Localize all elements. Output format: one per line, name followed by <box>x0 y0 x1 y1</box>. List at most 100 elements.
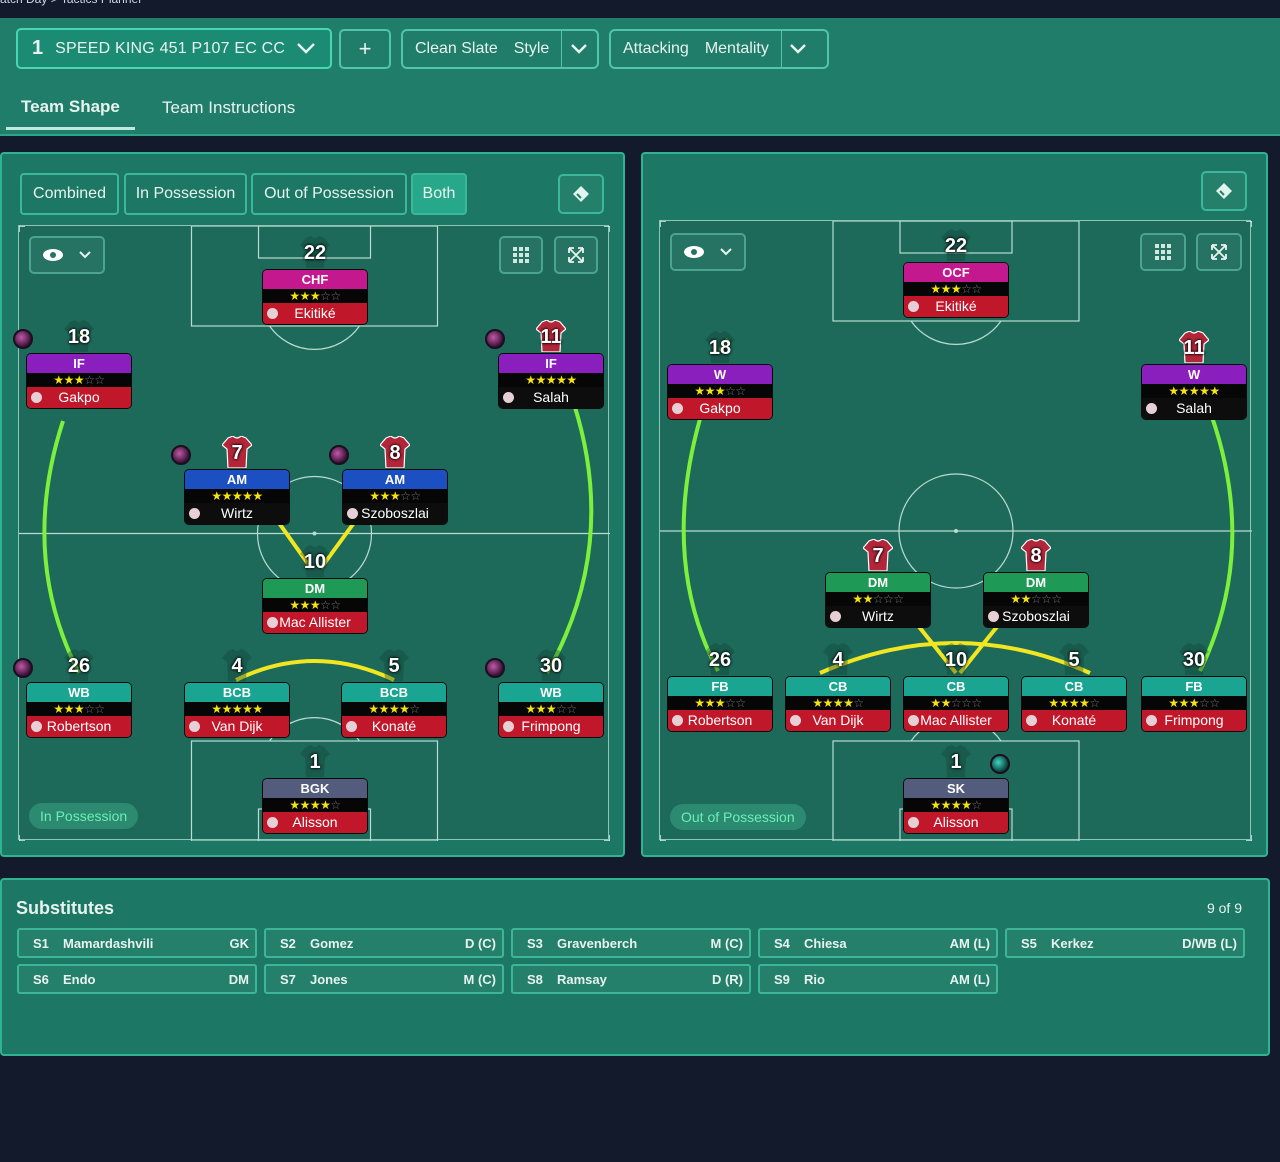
person-icon <box>908 301 919 312</box>
player-number: 22 <box>303 242 327 264</box>
style-dropdown-toggle[interactable] <box>561 31 595 67</box>
player-name-text: Konaté <box>1051 712 1097 728</box>
add-tactic-button[interactable]: + <box>339 29 391 69</box>
eraser-button[interactable] <box>558 174 604 214</box>
player-card[interactable]: 30 WB ★★★☆☆ Frimpong <box>485 649 603 737</box>
player-role: DM <box>984 573 1088 592</box>
substitute-item[interactable]: S8 Ramsay D (R) <box>511 964 751 994</box>
person-icon <box>503 392 514 403</box>
substitute-item[interactable]: S5 Kerkez D/WB (L) <box>1005 928 1245 958</box>
sub-slot: S8 <box>527 972 543 987</box>
player-card[interactable]: 26 FB ★★★☆☆ Robertson <box>668 643 772 731</box>
substitute-item[interactable]: S4 Chiesa AM (L) <box>758 928 998 958</box>
visibility-dropdown[interactable] <box>670 233 746 271</box>
toggle-out-of-possession[interactable]: Out of Possession <box>251 173 407 215</box>
substitute-item[interactable]: S9 Rio AM (L) <box>758 964 998 994</box>
substitute-item[interactable]: S7 Jones M (C) <box>264 964 504 994</box>
tab-team-shape[interactable]: Team Shape <box>6 86 135 130</box>
player-card[interactable]: 1 BGK ★★★★☆ Alisson <box>263 745 367 833</box>
player-role-card[interactable]: SK ★★★★☆ Alisson <box>904 779 1008 833</box>
tab-team-instructions[interactable]: Team Instructions <box>162 86 295 130</box>
trait-orb-icon <box>171 445 191 465</box>
player-card[interactable]: 18 W ★★★☆☆ Gakpo <box>668 331 772 419</box>
player-role-card[interactable]: AM ★★★☆☆ Szoboszlai <box>343 470 447 524</box>
player-card[interactable]: 22 OCF ★★★☆☆ Ekitiké <box>904 229 1008 317</box>
player-number-row: 22 <box>263 236 367 270</box>
player-role-card[interactable]: DM ★★☆☆☆ Wirtz <box>826 573 930 627</box>
player-card[interactable]: 7 DM ★★☆☆☆ Wirtz <box>826 539 930 627</box>
substitute-item[interactable]: S6 Endo DM <box>17 964 257 994</box>
player-card[interactable]: 4 CB ★★★★☆ Van Dijk <box>786 643 890 731</box>
player-role: CB <box>904 677 1008 696</box>
player-role-card[interactable]: CB ★★★★☆ Konaté <box>1022 677 1126 731</box>
style-selector[interactable]: Clean Slate Style <box>401 29 599 69</box>
substitute-item[interactable]: S1 Mamardashvili GK <box>17 928 257 958</box>
player-card[interactable]: 11 IF ★★★★★ Salah <box>485 320 603 408</box>
toggle-both[interactable]: Both <box>411 173 467 215</box>
player-card[interactable]: 10 DM ★★★☆☆ Mac Allister <box>263 545 367 633</box>
visibility-dropdown[interactable] <box>29 236 105 274</box>
eraser-icon <box>1216 183 1232 199</box>
role-rating-stars: ★★★☆☆ <box>668 696 772 710</box>
player-card[interactable]: 26 WB ★★★☆☆ Robertson <box>13 649 131 737</box>
player-number: 5 <box>388 655 400 677</box>
player-role-card[interactable]: FB ★★★☆☆ Robertson <box>668 677 772 731</box>
person-icon <box>830 611 841 622</box>
player-card[interactable]: 8 DM ★★☆☆☆ Szoboszlai <box>984 539 1088 627</box>
grid-toggle-button[interactable] <box>499 236 543 274</box>
player-role-card[interactable]: WB ★★★☆☆ Frimpong <box>499 683 603 737</box>
substitute-item[interactable]: S2 Gomez D (C) <box>264 928 504 958</box>
player-card[interactable]: 1 SK ★★★★☆ Alisson <box>904 745 1010 833</box>
player-card[interactable]: 18 IF ★★★☆☆ Gakpo <box>13 320 131 408</box>
tactic-selector[interactable]: 1 SPEED KING 451 P107 EC CC <box>16 28 332 69</box>
player-card[interactable]: 5 BCB ★★★★☆ Konaté <box>342 649 446 737</box>
player-role-card[interactable]: CB ★★★★☆ Van Dijk <box>786 677 890 731</box>
in-possession-panel: Combined In Possession Out of Possession… <box>0 152 625 857</box>
player-role-card[interactable]: CB ★★☆☆☆ Mac Allister <box>904 677 1008 731</box>
player-role-card[interactable]: W ★★★☆☆ Gakpo <box>668 365 772 419</box>
role-rating-stars: ★★★★★ <box>185 702 289 716</box>
substitute-item[interactable]: S3 Gravenberch M (C) <box>511 928 751 958</box>
player-role-card[interactable]: OCF ★★★☆☆ Ekitiké <box>904 263 1008 317</box>
player-role-card[interactable]: BGK ★★★★☆ Alisson <box>263 779 367 833</box>
expand-button[interactable] <box>1196 233 1242 271</box>
player-role-card[interactable]: BCB ★★★★☆ Konaté <box>342 683 446 737</box>
player-number-row: 7 <box>826 539 930 573</box>
player-card[interactable]: 11 W ★★★★★ Salah <box>1142 331 1246 419</box>
role-rating-stars: ★★★★★ <box>499 373 603 387</box>
mentality-dropdown-toggle[interactable] <box>780 31 815 67</box>
player-name: Van Dijk <box>185 716 289 737</box>
player-role-card[interactable]: IF ★★★★★ Salah <box>499 354 603 408</box>
breadcrumb[interactable]: atch Day > Tactics Planner <box>0 0 142 8</box>
player-number: 18 <box>67 326 91 348</box>
player-card[interactable]: 7 AM ★★★★★ Wirtz <box>171 436 289 524</box>
grid-toggle-button[interactable] <box>1140 233 1186 271</box>
player-card[interactable]: 4 BCB ★★★★★ Van Dijk <box>185 649 289 737</box>
eye-icon <box>43 249 63 261</box>
player-role-card[interactable]: AM ★★★★★ Wirtz <box>185 470 289 524</box>
player-role-card[interactable]: W ★★★★★ Salah <box>1142 365 1246 419</box>
expand-button[interactable] <box>554 236 598 274</box>
player-card[interactable]: 5 CB ★★★★☆ Konaté <box>1022 643 1126 731</box>
player-role-card[interactable]: BCB ★★★★★ Van Dijk <box>185 683 289 737</box>
pitch-out-of-possession: Out of Possession 22 OCF ★★★☆☆ Ekitiké 18 W ★★★… <box>659 220 1252 841</box>
player-number: 26 <box>67 655 91 677</box>
role-rating-stars: ★★★☆☆ <box>27 373 131 387</box>
player-number: 4 <box>832 649 844 671</box>
toggle-combined[interactable]: Combined <box>20 173 119 215</box>
player-card[interactable]: 22 CHF ★★★☆☆ Ekitiké <box>263 236 367 324</box>
toggle-in-possession[interactable]: In Possession <box>124 173 247 215</box>
player-card[interactable]: 8 AM ★★★☆☆ Szoboszlai <box>329 436 447 524</box>
player-role-card[interactable]: DM ★★☆☆☆ Szoboszlai <box>984 573 1088 627</box>
player-card[interactable]: 30 FB ★★★☆☆ Frimpong <box>1142 643 1246 731</box>
player-card[interactable]: 10 CB ★★☆☆☆ Mac Allister <box>904 643 1008 731</box>
player-number: 7 <box>231 442 243 464</box>
player-number-row: 18 <box>668 331 772 365</box>
player-role-card[interactable]: CHF ★★★☆☆ Ekitiké <box>263 270 367 324</box>
player-role-card[interactable]: FB ★★★☆☆ Frimpong <box>1142 677 1246 731</box>
player-role-card[interactable]: DM ★★★☆☆ Mac Allister <box>263 579 367 633</box>
player-role-card[interactable]: WB ★★★☆☆ Robertson <box>27 683 131 737</box>
player-role-card[interactable]: IF ★★★☆☆ Gakpo <box>27 354 131 408</box>
mentality-selector[interactable]: Attacking Mentality <box>609 29 829 69</box>
eraser-button[interactable] <box>1201 171 1247 211</box>
